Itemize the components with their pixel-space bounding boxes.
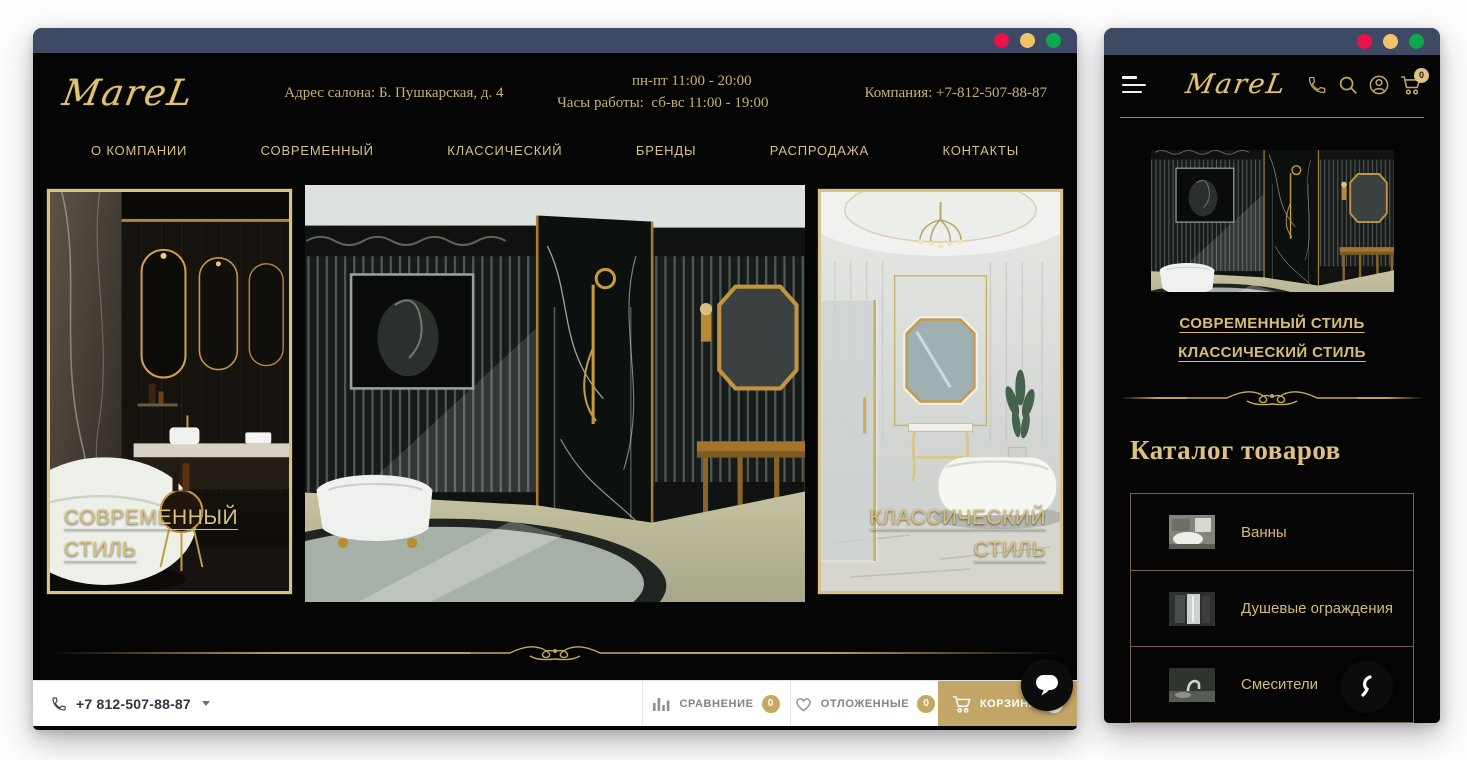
desktop-titlebar [33, 28, 1077, 53]
header-divider [1120, 117, 1424, 118]
close-button[interactable] [1357, 34, 1372, 49]
phone-icon [51, 696, 67, 712]
cart-count-badge: 0 [1414, 68, 1429, 83]
style-links: СОВРЕМЕННЫЙ СТИЛЬ КЛАССИЧЕСКИЙ СТИЛЬ [1104, 310, 1440, 367]
nav-item-contacts[interactable]: КОНТАКТЫ [942, 143, 1019, 158]
ornamental-divider [1120, 387, 1424, 409]
nav-item-brands[interactable]: БРЕНДЫ [636, 143, 696, 158]
account-button[interactable] [1369, 75, 1389, 95]
scroll-flourish-icon [1187, 387, 1357, 409]
brand-logo[interactable]: MareL [1183, 69, 1289, 100]
faucet-thumbnail [1169, 668, 1215, 702]
screenshot-canvas: MareL Адрес салона: Б. Пушкарская, д. 4 … [0, 0, 1467, 760]
bathroom-showcase-image [1151, 150, 1394, 292]
salon-address: Адрес салона: Б. Пушкарская, д. 4 [253, 85, 535, 102]
bar-chart-icon [653, 696, 671, 711]
catalog-item-label: Ванны [1241, 524, 1287, 541]
brand-logo[interactable]: MareL [59, 73, 256, 114]
maximize-button[interactable] [1046, 33, 1061, 48]
saved-count-badge: 0 [917, 695, 935, 713]
mobile-hero-image[interactable] [1151, 150, 1394, 292]
catalog-item-label: Душевые ограждения [1241, 600, 1393, 617]
search-button[interactable] [1338, 75, 1358, 95]
scroll-flourish-icon [470, 642, 640, 664]
phone-button[interactable] [1307, 75, 1327, 95]
catalog-item-showers[interactable]: Душевые ограждения [1131, 570, 1413, 646]
compare-button[interactable]: СРАВНЕНИЕ 0 [642, 681, 790, 726]
footer-phone[interactable]: +7 812-507-88-87 [33, 681, 642, 726]
hero-section: СОВРЕМЕННЫЙ СТИЛЬ КЛАССИЧЕСКИЙ СТИЛЬ [33, 171, 1077, 602]
bath-thumbnail [1169, 515, 1215, 549]
mobile-site-header: MareL 0 [1104, 55, 1440, 115]
classic-style-link[interactable]: КЛАССИЧЕСКИЙ СТИЛЬ [846, 502, 1046, 567]
bathroom-showcase-image [305, 185, 805, 602]
nav-item-classic[interactable]: КЛАССИЧЕСКИЙ [447, 143, 562, 158]
heart-icon [794, 695, 813, 712]
desktop-browser-window: MareL Адрес салона: Б. Пушкарская, д. 4 … [33, 28, 1077, 730]
hours-weekend: Часы работы: сб-вс 11:00 - 19:00 [535, 93, 791, 115]
hours-label: Часы работы: [557, 95, 644, 111]
mobile-browser-window: MareL 0 СОВРЕМЕННЫЙ [1104, 28, 1440, 723]
nav-item-about[interactable]: О КОМПАНИИ [91, 143, 187, 158]
close-button[interactable] [994, 33, 1009, 48]
working-hours: пн-пт 11:00 - 20:00 Часы работы: сб-вс 1… [535, 71, 791, 115]
caret-down-icon [202, 701, 210, 706]
modern-style-link[interactable]: СОВРЕМЕННЫЙ СТИЛЬ [1104, 310, 1440, 339]
ornamental-divider [50, 642, 1060, 664]
compare-label: СРАВНЕНИЕ [679, 698, 753, 710]
site-header: MareL Адрес салона: Б. Пушкарская, д. 4 … [33, 53, 1077, 129]
hours-weekdays: пн-пт 11:00 - 20:00 [535, 71, 791, 93]
search-icon [1338, 75, 1358, 95]
chat-widget-button[interactable] [1341, 661, 1393, 713]
minimize-button[interactable] [1020, 33, 1035, 48]
classic-style-link[interactable]: КЛАССИЧЕСКИЙ СТИЛЬ [1104, 339, 1440, 368]
catalog-item-label: Смесители [1241, 676, 1318, 693]
header-icon-group: 0 [1307, 75, 1422, 95]
company-phone[interactable]: Компания: +7-812-507-88-87 [791, 85, 1047, 102]
saved-items-button[interactable]: ОТЛОЖЕННЫЕ 0 [790, 681, 938, 726]
modern-style-link[interactable]: СОВРЕМЕННЫЙ СТИЛЬ [64, 502, 276, 567]
compare-count-badge: 0 [762, 695, 780, 713]
mobile-titlebar [1104, 28, 1440, 55]
classic-style-banner[interactable]: КЛАССИЧЕСКИЙ СТИЛЬ [818, 189, 1063, 594]
catalog-item-baths[interactable]: Ванны [1131, 494, 1413, 570]
nav-item-modern[interactable]: СОВРЕМЕННЫЙ [261, 143, 374, 158]
catalog-title: Каталог товаров [1130, 435, 1440, 469]
chat-bubble-icon [1356, 674, 1378, 700]
main-nav: О КОМПАНИИ СОВРЕМЕННЫЙ КЛАССИЧЕСКИЙ БРЕН… [33, 129, 1077, 171]
phone-icon [1307, 75, 1327, 95]
nav-item-sale[interactable]: РАСПРОДАЖА [770, 143, 869, 158]
saved-label: ОТЛОЖЕННЫЕ [821, 698, 909, 710]
sticky-footer-bar: +7 812-507-88-87 СРАВНЕНИЕ 0 ОТЛОЖЕННЫЕ … [33, 680, 1077, 726]
shower-thumbnail [1169, 592, 1215, 626]
chat-bubble-icon [1034, 673, 1060, 697]
main-bathroom-image [305, 185, 805, 602]
cart-button[interactable]: 0 [1400, 75, 1422, 95]
footer-phone-number: +7 812-507-88-87 [76, 696, 191, 712]
minimize-button[interactable] [1383, 34, 1398, 49]
chat-widget-button[interactable] [1021, 659, 1073, 711]
hamburger-menu-button[interactable] [1122, 76, 1148, 93]
account-icon [1369, 75, 1389, 95]
cart-icon [952, 695, 972, 713]
modern-style-banner[interactable]: СОВРЕМЕННЫЙ СТИЛЬ [47, 189, 292, 594]
maximize-button[interactable] [1409, 34, 1424, 49]
